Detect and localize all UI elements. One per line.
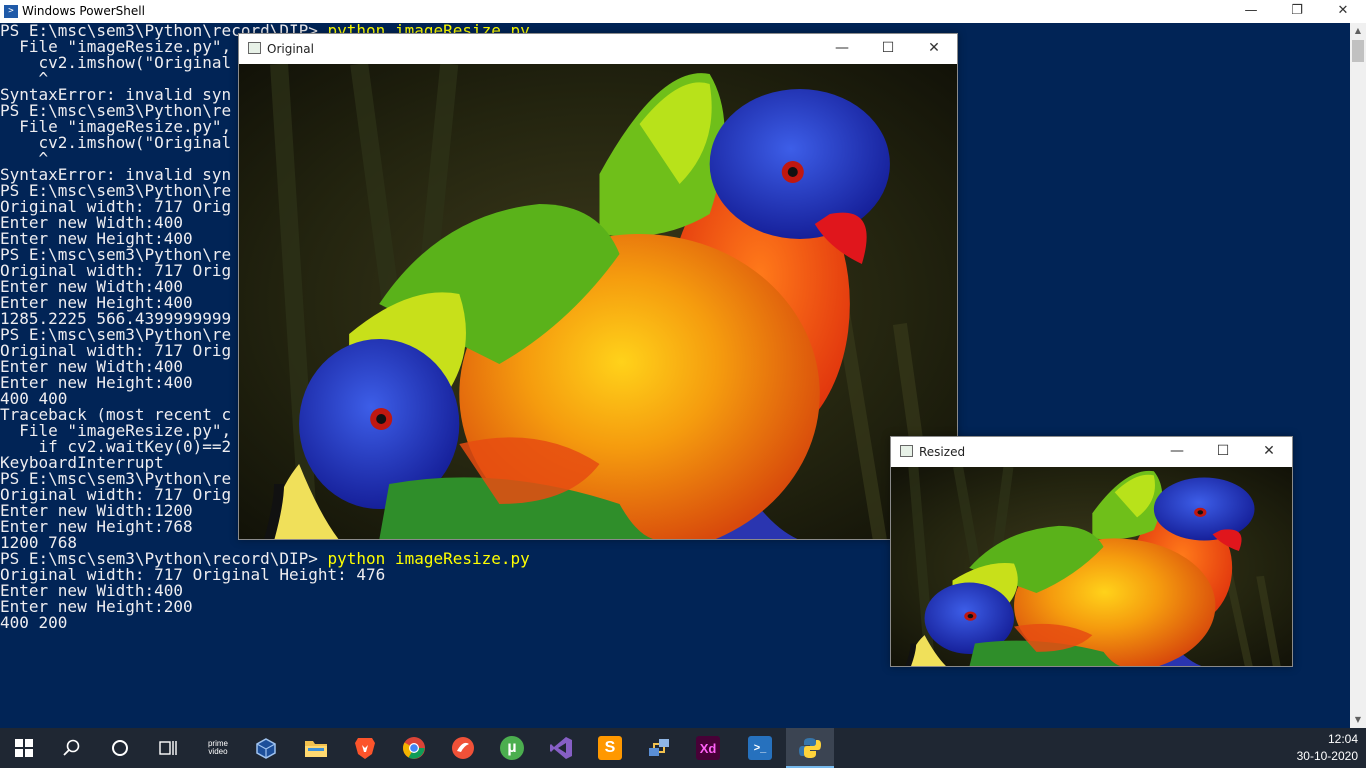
opencv-window-icon	[900, 445, 913, 457]
powershell-icon: >_	[748, 736, 772, 760]
system-clock[interactable]: 12:04 30-10-2020	[1288, 731, 1358, 765]
circle-icon	[112, 740, 128, 756]
original-minimize-button[interactable]: —	[819, 34, 865, 64]
chrome-icon	[403, 737, 425, 759]
swift-icon	[452, 737, 474, 759]
original-image-window[interactable]: Original — ☐ ✕	[238, 33, 958, 540]
network-app-button[interactable]	[635, 728, 683, 768]
parrot-image-resized	[891, 467, 1292, 666]
powershell-titlebar[interactable]: > Windows PowerShell — ❐ ✕	[0, 0, 1366, 23]
original-window-title: Original	[267, 42, 314, 56]
network-icon	[649, 739, 669, 756]
scroll-down-arrow-icon[interactable]: ▼	[1350, 712, 1366, 728]
resized-minimize-button[interactable]: —	[1154, 437, 1200, 467]
scrollbar-thumb[interactable]	[1352, 40, 1364, 62]
visual-studio-icon	[550, 737, 572, 759]
clock-time: 12:04	[1327, 732, 1358, 746]
console-scrollbar[interactable]: ▲ ▼	[1350, 23, 1366, 728]
task-view-button[interactable]	[144, 728, 192, 768]
task-view-icon	[159, 741, 177, 755]
utorrent-icon: µ	[500, 736, 524, 760]
sublime-text-icon: S	[598, 736, 622, 760]
original-image	[239, 64, 957, 539]
sublime-button[interactable]: S	[586, 728, 634, 768]
virtualbox-button[interactable]	[242, 728, 290, 768]
console-line-text: 400 200	[0, 613, 68, 632]
folder-icon	[305, 741, 327, 757]
minimize-button[interactable]: —	[1228, 0, 1274, 23]
brave-icon	[355, 738, 375, 759]
resized-close-button[interactable]: ✕	[1246, 437, 1292, 467]
resized-image	[891, 467, 1292, 666]
resized-window-title: Resized	[919, 445, 966, 459]
file-explorer-button[interactable]	[292, 728, 340, 768]
resized-image-window[interactable]: Resized — ☐ ✕	[890, 436, 1293, 667]
search-button[interactable]	[48, 728, 96, 768]
original-window-titlebar[interactable]: Original — ☐ ✕	[239, 34, 957, 64]
cortana-button[interactable]	[96, 728, 144, 768]
utorrent-button[interactable]: µ	[488, 728, 536, 768]
adobe-xd-button[interactable]: Xd	[684, 728, 732, 768]
virtualbox-icon	[256, 738, 276, 759]
restore-button[interactable]: ❐	[1274, 0, 1320, 23]
powershell-title: Windows PowerShell	[22, 4, 145, 18]
original-maximize-button[interactable]: ☐	[865, 34, 911, 64]
prime-video-icon: prime video	[207, 739, 228, 756]
search-icon	[63, 739, 80, 756]
taskbar: prime video µ S Xd >_ 12:04 30-10-2020	[0, 728, 1366, 768]
start-button[interactable]	[0, 728, 48, 768]
brave-button[interactable]	[341, 728, 389, 768]
windows-logo-icon	[15, 739, 33, 757]
adobe-xd-icon: Xd	[696, 736, 720, 760]
scroll-up-arrow-icon[interactable]: ▲	[1350, 23, 1366, 39]
python-icon	[799, 738, 821, 758]
prime-video-button[interactable]: prime video	[194, 728, 242, 768]
chrome-button[interactable]	[390, 728, 438, 768]
parrot-image	[239, 64, 957, 539]
resized-maximize-button[interactable]: ☐	[1200, 437, 1246, 467]
close-button[interactable]: ✕	[1320, 0, 1366, 23]
original-close-button[interactable]: ✕	[911, 34, 957, 64]
swift-button[interactable]	[439, 728, 487, 768]
resized-window-titlebar[interactable]: Resized — ☐ ✕	[891, 437, 1292, 467]
python-button[interactable]	[786, 728, 834, 768]
visual-studio-button[interactable]	[537, 728, 585, 768]
clock-date: 30-10-2020	[1296, 749, 1358, 763]
opencv-window-icon	[248, 42, 261, 54]
powershell-button[interactable]: >_	[736, 728, 784, 768]
powershell-title-icon: >	[4, 5, 18, 18]
